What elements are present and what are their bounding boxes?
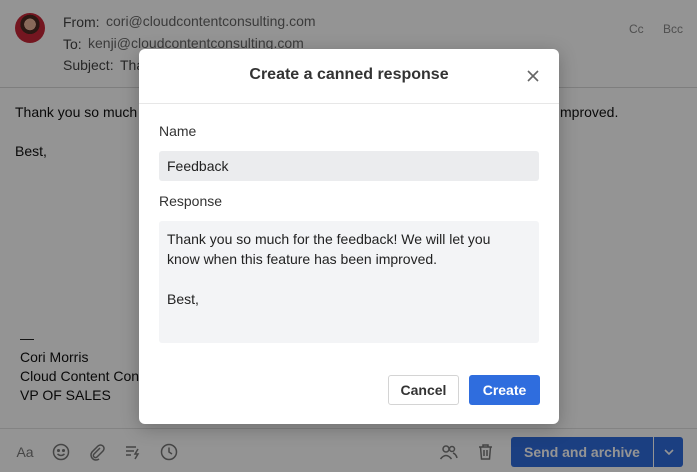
response-line: know when this feature has been improved…: [167, 251, 438, 267]
response-line: Thank you so much for the feedback! We w…: [167, 231, 491, 247]
dialog-title: Create a canned response: [249, 66, 449, 83]
response-textarea[interactable]: Thank you so much for the feedback! We w…: [159, 221, 539, 343]
create-button[interactable]: Create: [469, 375, 540, 405]
name-label: Name: [159, 123, 197, 139]
response-line: [167, 269, 531, 289]
response-line: Best,: [167, 291, 199, 307]
canned-response-dialog: Create a canned response Name Response T…: [139, 49, 559, 424]
close-icon[interactable]: [525, 68, 541, 84]
name-input[interactable]: [159, 151, 539, 181]
dialog-divider: [139, 103, 559, 104]
response-label: Response: [159, 193, 223, 209]
cancel-button[interactable]: Cancel: [388, 375, 459, 405]
